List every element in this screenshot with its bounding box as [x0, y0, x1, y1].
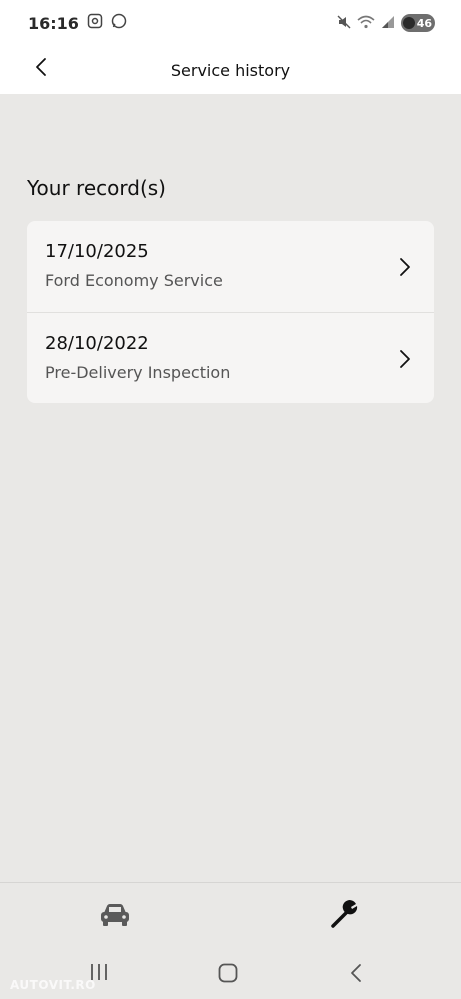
record-date: 17/10/2025	[45, 241, 149, 262]
page-title: Service history	[170, 60, 291, 80]
chevron-right-icon	[398, 349, 412, 369]
chevron-left-icon	[35, 57, 47, 81]
battery-bolt-icon	[403, 17, 415, 29]
record-service: Pre-Delivery Inspection	[45, 363, 231, 382]
home-icon[interactable]	[217, 962, 239, 984]
system-back-icon[interactable]	[349, 962, 363, 984]
signal-icon	[381, 14, 395, 33]
record-item-1[interactable]: 17/10/2025 Ford Economy Service	[27, 221, 434, 312]
status-time: 16:16	[28, 13, 79, 33]
status-left: 16:16	[28, 13, 127, 33]
watermark: AUTOVIT.RO	[10, 978, 96, 992]
chevron-right-icon	[398, 257, 412, 277]
screenshot-icon	[87, 13, 103, 33]
mute-icon	[337, 14, 351, 33]
records-section-title: Your record(s)	[27, 176, 166, 200]
wrench-icon[interactable]	[328, 897, 362, 931]
bottom-nav	[0, 882, 461, 948]
status-bar: 16:16 46	[0, 0, 461, 46]
battery-indicator: 46	[401, 14, 435, 32]
battery-level: 46	[416, 16, 432, 30]
record-date: 28/10/2022	[45, 333, 149, 354]
app-header: Service history	[0, 46, 461, 94]
status-right: 46	[337, 14, 435, 33]
record-item-2[interactable]: 28/10/2022 Pre-Delivery Inspection	[27, 312, 434, 403]
wifi-icon	[357, 14, 375, 33]
records-list: 17/10/2025 Ford Economy Service 28/10/20…	[27, 221, 434, 403]
car-icon[interactable]	[98, 901, 132, 929]
whatsapp-icon	[111, 13, 127, 33]
back-button[interactable]	[26, 54, 56, 84]
record-service: Ford Economy Service	[45, 271, 223, 290]
